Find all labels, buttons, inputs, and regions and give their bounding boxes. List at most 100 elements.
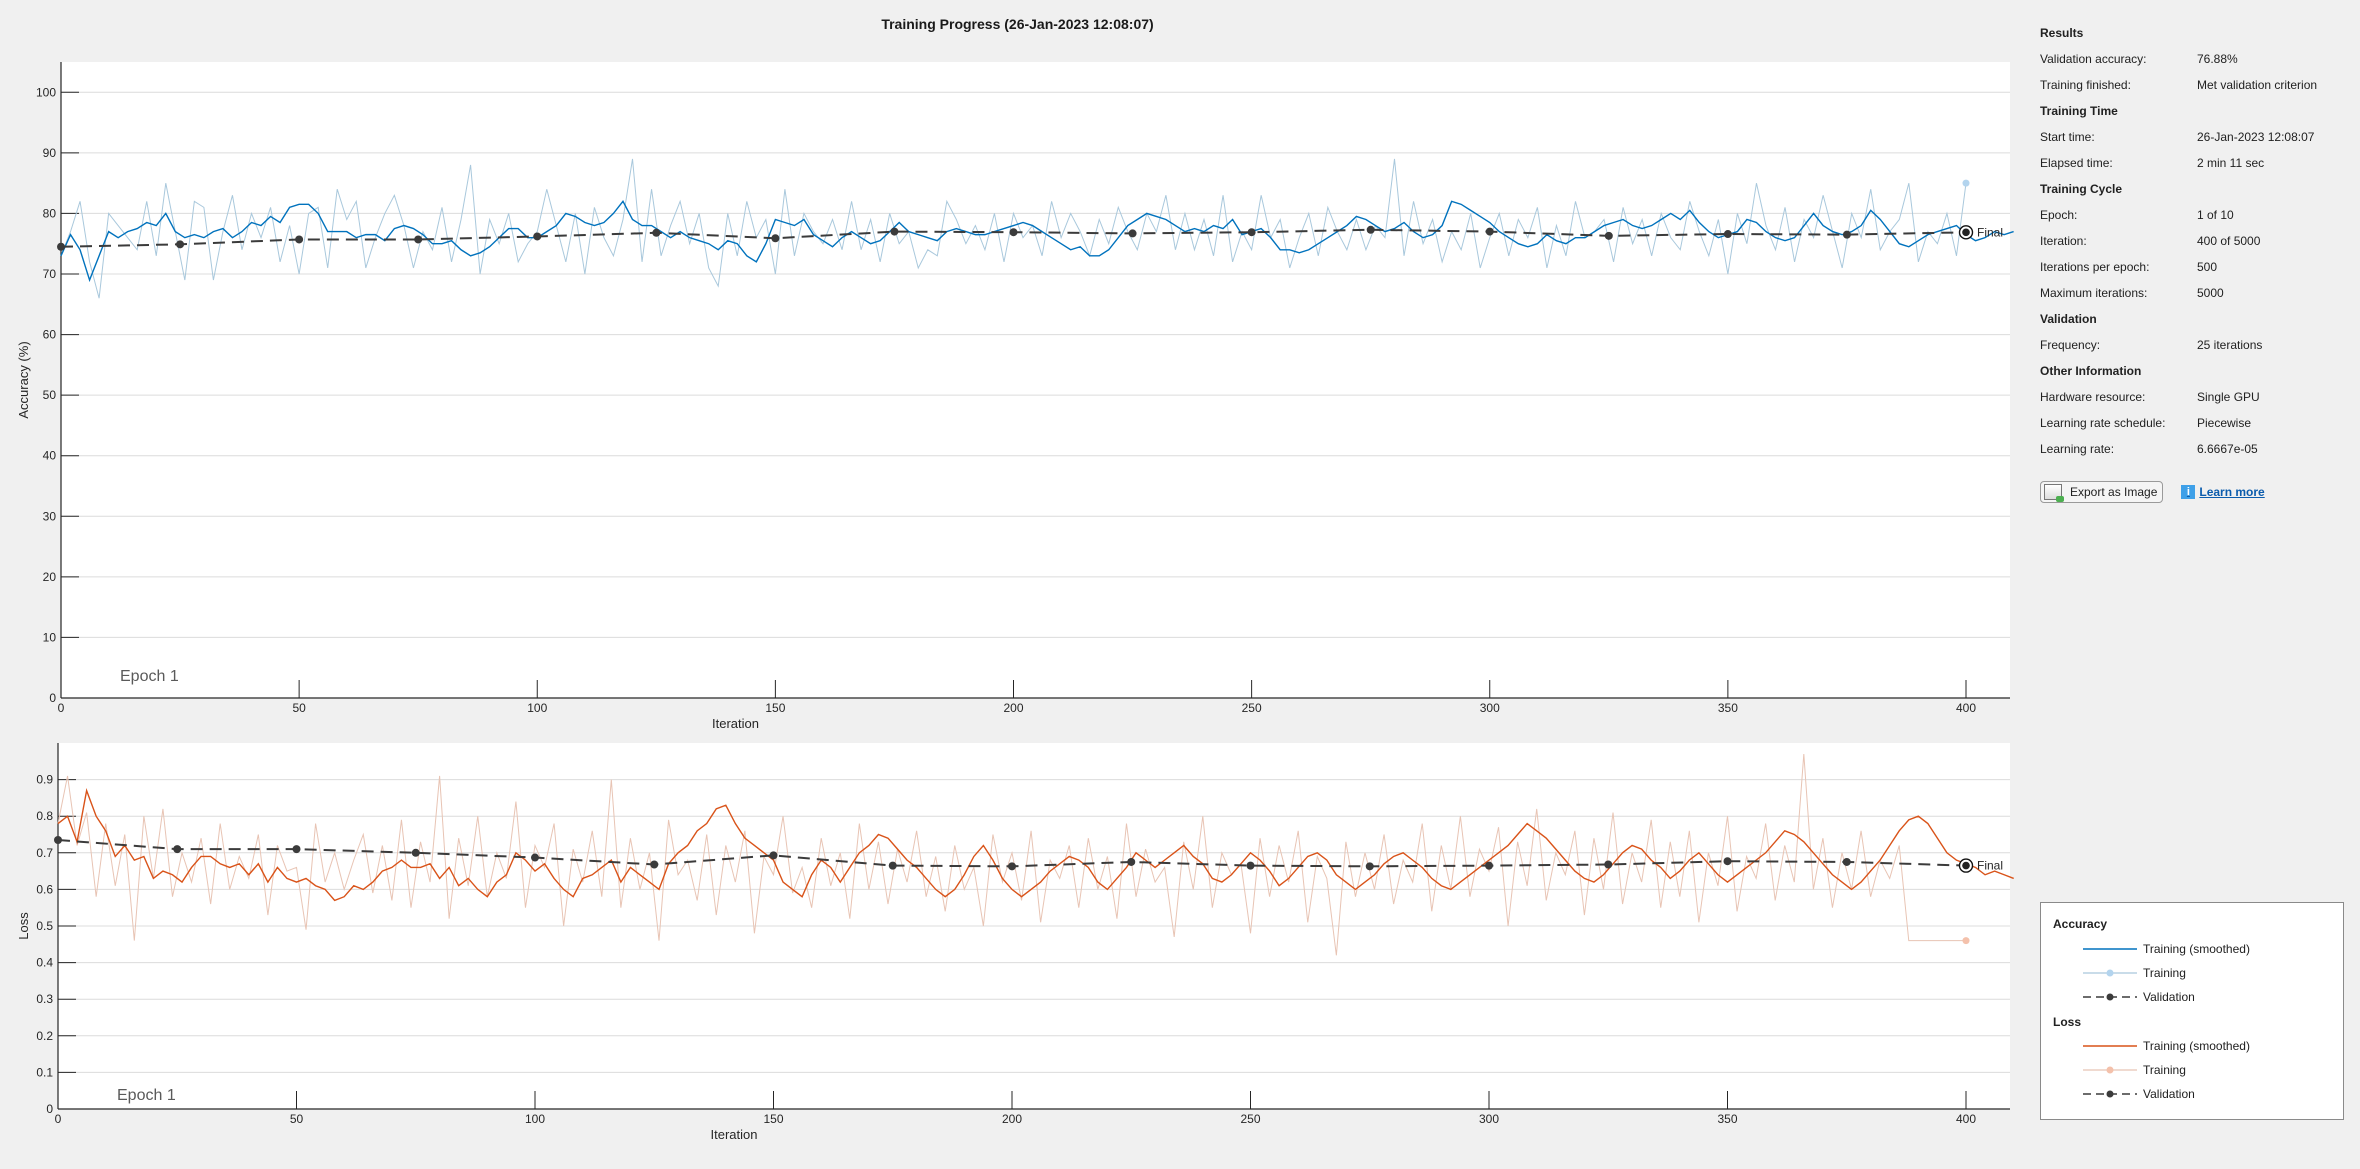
info-row: Learning rate: 6.6667e-05 — [2040, 438, 2350, 464]
info-value: 2 min 11 sec — [2197, 156, 2265, 170]
validation-point — [1842, 230, 1851, 239]
y-tick-label: 0.1 — [36, 1065, 53, 1079]
validation-point — [173, 845, 182, 854]
x-tick-label: 50 — [290, 1112, 304, 1126]
info-value: Met validation criterion — [2197, 78, 2318, 92]
section-heading: Training Cycle — [2040, 182, 2123, 196]
info-value: 76.88% — [2197, 52, 2238, 66]
x-tick-label: 400 — [1956, 1112, 1976, 1126]
x-tick-label: 300 — [1480, 701, 1500, 715]
info-row: Learning rate schedule: Piecewise — [2040, 412, 2350, 438]
learn-more-link[interactable]: i Learn more — [2181, 485, 2265, 499]
validation-point — [1842, 857, 1851, 866]
info-value: 400 of 5000 — [2197, 234, 2261, 248]
info-value: 6.6667e-05 — [2197, 442, 2258, 456]
epoch-label: Epoch 1 — [117, 1087, 176, 1104]
info-label: Learning rate: — [2040, 442, 2115, 456]
info-row: Start time: 26-Jan-2023 12:08:07 — [2040, 126, 2350, 152]
y-tick-label: 0 — [49, 691, 56, 705]
validation-point — [890, 227, 899, 236]
y-tick-label: 0.7 — [36, 846, 53, 860]
legend-swatch-loss-smoothed — [2083, 1045, 2137, 1047]
x-tick-label: 150 — [765, 701, 785, 715]
validation-point — [771, 234, 780, 243]
legend-swatch-acc-smoothed — [2083, 948, 2137, 950]
validation-point — [1366, 225, 1375, 234]
y-tick-label: 60 — [43, 328, 57, 342]
legend-heading-accuracy: Accuracy — [2053, 917, 2108, 931]
y-tick-label: 10 — [43, 630, 57, 644]
validation-point — [1723, 230, 1732, 239]
validation-point — [1485, 227, 1494, 236]
info-row: Hardware resource: Single GPU — [2040, 386, 2350, 412]
validation-point — [1962, 861, 1970, 870]
y-tick-label: 0.2 — [36, 1029, 53, 1043]
y-tick-label: 20 — [43, 570, 57, 584]
info-row: Validation accuracy: 76.88% — [2040, 48, 2350, 74]
x-axis-label: Iteration — [712, 716, 759, 731]
y-tick-label: 0 — [46, 1102, 53, 1116]
info-label: Hardware resource: — [2040, 390, 2146, 404]
y-tick-label: 50 — [43, 388, 57, 402]
legend-heading-loss: Loss — [2053, 1015, 2082, 1029]
training-final-point — [1962, 937, 1970, 945]
training-plots: 0 10 20 30 40 50 60 70 80 90 100 0 50 100 150 200 250 300… — [16, 62, 2014, 1142]
section-heading: Other Information — [2040, 364, 2142, 378]
validation-point — [1962, 228, 1970, 237]
validation-point — [57, 242, 65, 251]
validation-point — [769, 851, 778, 860]
x-tick-label: 250 — [1242, 701, 1262, 715]
loss-chart: 0 0.1 0.2 0.3 0.4 0.5 0.6 0.7 0.8 0.9 0 50 100 150 200… — [16, 743, 2014, 1142]
info-row: Iteration: 400 of 5000 — [2040, 230, 2350, 256]
legend-item-loss-smoothed: Training (smoothed) — [2083, 1038, 2250, 1054]
legend-swatch-acc-training — [2083, 969, 2137, 977]
x-tick-label: 350 — [1718, 701, 1738, 715]
x-tick-label: 250 — [1240, 1112, 1260, 1126]
validation-point — [1485, 861, 1493, 870]
y-tick-label: 40 — [43, 449, 57, 463]
legend-label: Validation — [2143, 990, 2195, 1004]
x-tick-label: 100 — [527, 701, 547, 715]
legend-label: Training (smoothed) — [2143, 1039, 2250, 1053]
panel-actions: Export as Image i Learn more — [2040, 481, 2265, 503]
info-label: Iteration: — [2040, 234, 2087, 248]
info-value: 26-Jan-2023 12:08:07 — [2197, 130, 2315, 144]
section-heading: Validation — [2040, 312, 2097, 326]
validation-point — [1009, 228, 1018, 237]
validation-point — [411, 848, 420, 857]
validation-point — [888, 861, 897, 870]
info-value: 1 of 10 — [2197, 208, 2234, 222]
validation-point — [176, 240, 185, 249]
validation-point — [652, 228, 661, 237]
x-tick-label: 200 — [1002, 1112, 1022, 1126]
info-value: 25 iterations — [2197, 338, 2263, 352]
info-row: Maximum iterations: 5000 — [2040, 282, 2350, 308]
info-row: Training finished: Met validation criteri… — [2040, 74, 2350, 100]
x-tick-label: 0 — [55, 1112, 62, 1126]
validation-point — [1127, 857, 1136, 866]
info-label: Frequency: — [2040, 338, 2101, 352]
info-row: Epoch: 1 of 10 — [2040, 204, 2350, 230]
accuracy-chart: 0 10 20 30 40 50 60 70 80 90 100 0 50 100 150 200 250 300… — [16, 62, 2014, 731]
validation-point — [1008, 862, 1016, 871]
y-tick-label: 0.3 — [36, 992, 53, 1006]
x-tick-label: 100 — [525, 1112, 545, 1126]
info-label: Training finished: — [2040, 78, 2131, 92]
legend-item-loss-training: Training — [2083, 1062, 2186, 1078]
training-final-point — [1962, 179, 1970, 187]
x-tick-label: 400 — [1956, 701, 1976, 715]
export-as-image-button[interactable]: Export as Image — [2040, 481, 2164, 503]
x-axis-label: Iteration — [711, 1127, 758, 1142]
x-tick-label: 150 — [763, 1112, 783, 1126]
validation-point — [1604, 231, 1613, 240]
y-tick-label: 0.4 — [36, 956, 53, 970]
plot-area — [61, 62, 2010, 698]
validation-point — [292, 845, 301, 854]
learn-more-label: Learn more — [2199, 485, 2265, 499]
validation-point — [531, 853, 539, 862]
x-tick-label: 50 — [292, 701, 306, 715]
legend-swatch-acc-validation — [2083, 993, 2137, 1001]
info-label: Epoch: — [2040, 208, 2078, 222]
y-tick-label: 30 — [43, 509, 57, 523]
final-label: Final — [1977, 859, 2003, 873]
